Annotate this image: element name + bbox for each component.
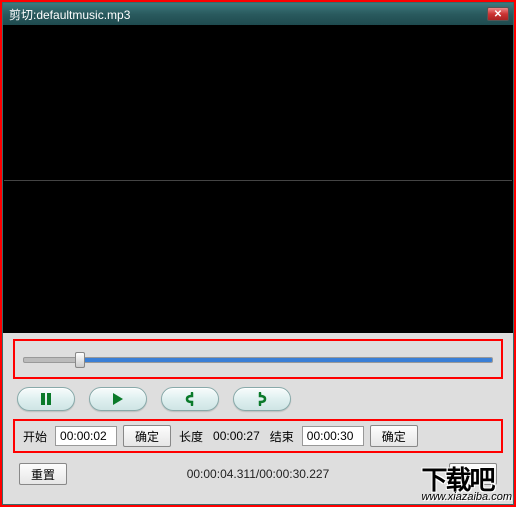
playback-time-counter: 00:00:04.311/00:00:30.227: [77, 467, 439, 481]
length-label: 长度: [177, 428, 205, 445]
seek-slider-thumb[interactable]: [75, 352, 85, 368]
trim-time-row: 开始 确定 长度 00:00:27 结束 确定: [13, 419, 503, 453]
start-label: 开始: [21, 428, 49, 445]
mark-out-button[interactable]: [233, 387, 291, 411]
annotation-outer-border: 剪切:defaultmusic.mp3 ✕: [0, 0, 516, 507]
start-confirm-button[interactable]: 确定: [123, 425, 171, 447]
close-icon: ✕: [494, 9, 502, 20]
end-label: 结束: [268, 428, 296, 445]
seek-slider[interactable]: [23, 357, 493, 363]
mark-in-icon: [183, 392, 197, 406]
mark-out-icon: [255, 392, 269, 406]
bottom-row: 重置 00:00:04.311/00:00:30.227 确定: [13, 459, 503, 485]
play-button[interactable]: [89, 387, 147, 411]
window-title: 剪切:defaultmusic.mp3: [9, 6, 487, 23]
start-time-input[interactable]: [55, 426, 117, 446]
video-preview: [3, 25, 513, 333]
length-value: 00:00:27: [211, 429, 262, 443]
pause-icon: [39, 392, 53, 406]
reset-button[interactable]: 重置: [19, 463, 67, 485]
transport-buttons: [13, 385, 503, 413]
end-confirm-button[interactable]: 确定: [370, 425, 418, 447]
mark-in-button[interactable]: [161, 387, 219, 411]
end-time-input[interactable]: [302, 426, 364, 446]
controls-area: 开始 确定 长度 00:00:27 结束 确定 重置 00:00:04.311/…: [3, 333, 513, 504]
trim-dialog: 剪切:defaultmusic.mp3 ✕: [2, 2, 514, 505]
play-icon: [111, 392, 125, 406]
dialog-confirm-button[interactable]: 确定: [449, 463, 497, 485]
seek-slider-box: [13, 339, 503, 379]
seek-slider-fill: [80, 358, 492, 362]
titlebar: 剪切:defaultmusic.mp3 ✕: [3, 3, 513, 25]
pause-button[interactable]: [17, 387, 75, 411]
close-button[interactable]: ✕: [487, 7, 509, 21]
preview-divider: [4, 180, 512, 181]
